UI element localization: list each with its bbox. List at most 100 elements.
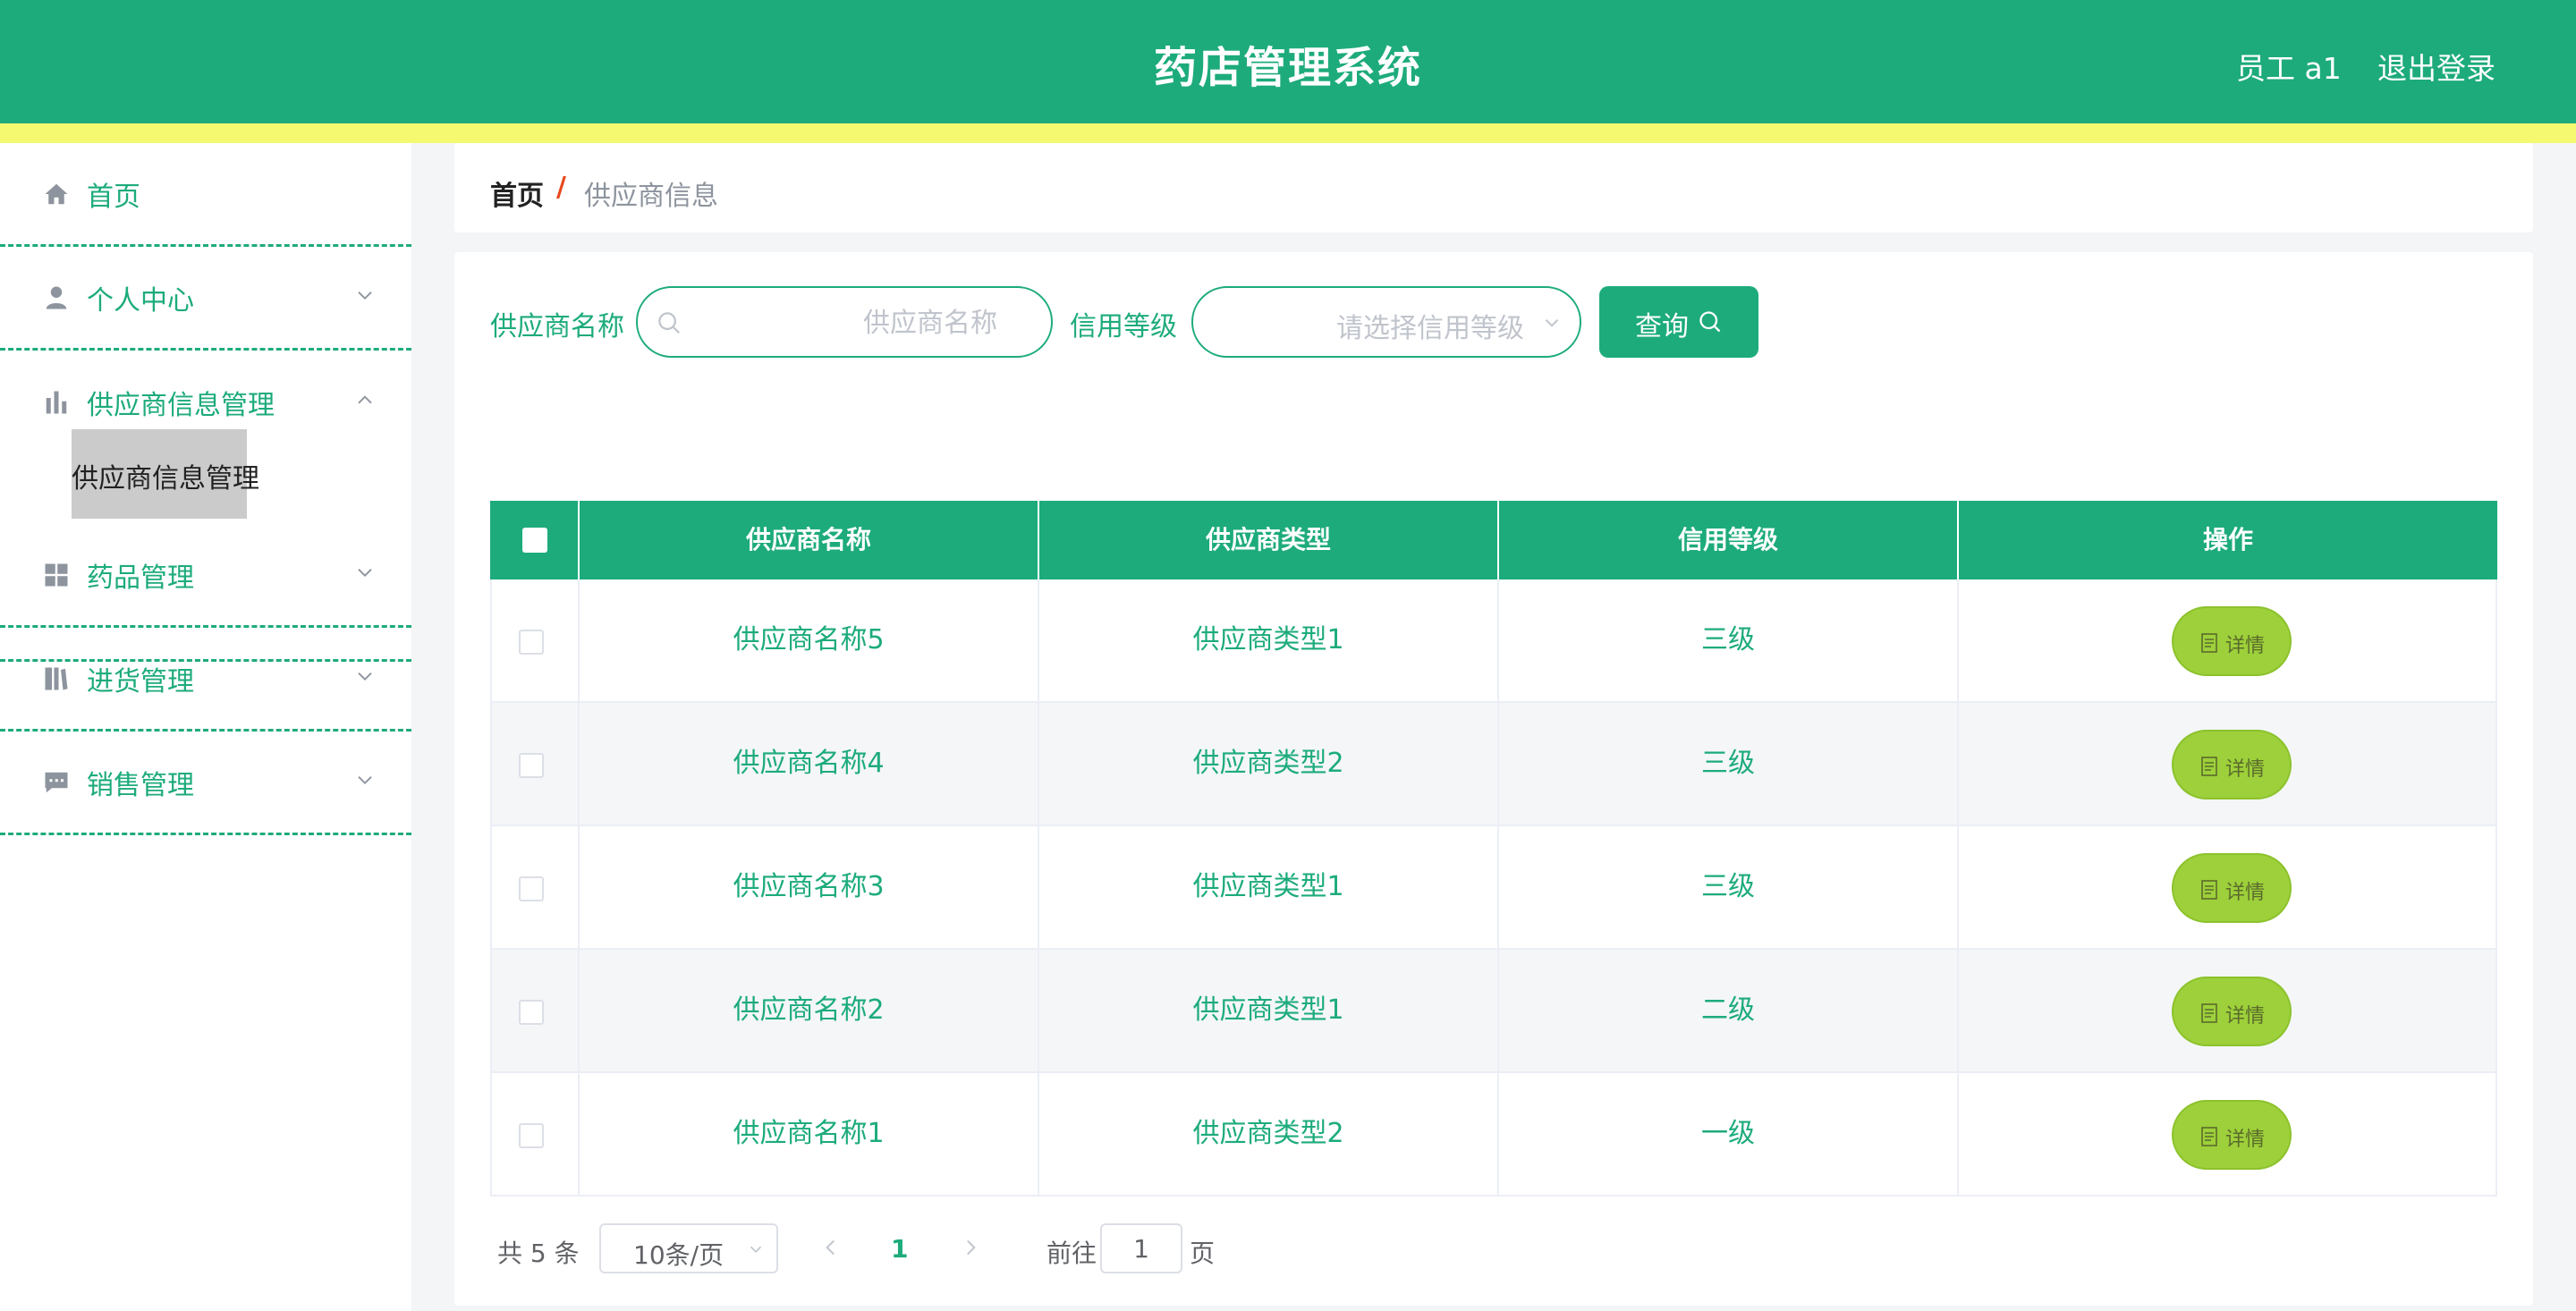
top-header: 药店管理系统 员工 a1 退出登录: [0, 0, 2576, 123]
goto-page-input[interactable]: [1100, 1223, 1182, 1273]
sidebar-item-label: 供应商信息管理: [87, 390, 275, 421]
column-header[interactable]: 信用等级: [1499, 501, 1959, 579]
detail-button-label: 详情: [2225, 882, 2266, 904]
action-cell: 详情: [1959, 1073, 2496, 1195]
sidebar-item-personal-center[interactable]: 个人中心: [0, 247, 411, 351]
supplier-type-cell: 供应商类型2: [1039, 1073, 1499, 1195]
row-checkbox[interactable]: [519, 1000, 544, 1025]
table-row: 供应商名称2 供应商类型1 二级 详情: [490, 950, 2497, 1073]
action-cell: 详情: [1959, 950, 2496, 1071]
sidebar-item-label: 首页: [87, 181, 140, 213]
credit-level-cell: 一级: [1499, 1073, 1959, 1195]
breadcrumb-home[interactable]: 首页: [490, 173, 544, 213]
detail-button-label: 详情: [2225, 758, 2266, 781]
user-label: 员工 a1: [2236, 51, 2342, 86]
credit-level-placeholder: 请选择信用等级: [1336, 313, 1524, 344]
sidebar-item-label: 销售管理: [87, 769, 194, 801]
row-checkbox[interactable]: [519, 1123, 544, 1148]
query-button-label: 查询: [1635, 311, 1689, 343]
chevron-down-icon: [358, 672, 372, 681]
supplier-type-cell: 供应商类型2: [1039, 703, 1499, 825]
prev-page-icon[interactable]: [819, 1236, 843, 1259]
detail-button[interactable]: 详情: [2172, 1100, 2292, 1170]
select-all-checkbox[interactable]: [522, 528, 547, 553]
supplier-type-cell: 供应商类型1: [1039, 950, 1499, 1071]
supplier-type-cell: 供应商类型1: [1039, 826, 1499, 948]
current-page[interactable]: 1: [891, 1234, 908, 1264]
sidebar-item-label: 药品管理: [87, 562, 194, 594]
user-icon: [46, 286, 67, 309]
table-row: 供应商名称5 供应商类型1 三级 详情: [490, 579, 2497, 703]
row-check-cell: [492, 950, 580, 1071]
chevron-down-icon: [358, 568, 372, 577]
detail-button-label: 详情: [2225, 1129, 2266, 1151]
page-size-select[interactable]: 10条/页: [599, 1223, 778, 1273]
supplier-name-cell: 供应商名称5: [580, 579, 1039, 701]
row-check-cell: [492, 579, 580, 701]
detail-button[interactable]: 详情: [2172, 853, 2292, 923]
row-check-cell: [492, 826, 580, 948]
grid-icon: [45, 563, 68, 586]
supplier-name-cell: 供应商名称3: [580, 826, 1039, 948]
submenu-item-supplier-info[interactable]: 供应商信息管理: [72, 429, 259, 519]
supplier-name-cell: 供应商名称2: [580, 950, 1039, 1071]
table-header: 供应商名称 供应商类型 信用等级 操作: [490, 501, 2497, 579]
document-icon: [2201, 633, 2217, 653]
query-button[interactable]: 查询: [1599, 286, 1758, 358]
app-title: 药店管理系统: [1153, 43, 1422, 93]
page-size-value: 10条/页: [633, 1240, 724, 1270]
goto-label: 前往: [1046, 1239, 1097, 1268]
submenu-item-label: 供应商信息管理: [72, 463, 259, 495]
document-icon: [2201, 880, 2217, 900]
credit-level-label: 信用等级: [1070, 311, 1177, 343]
column-header[interactable]: 供应商名称: [580, 501, 1039, 579]
chevron-down-icon: [750, 1246, 762, 1253]
supplier-name-search[interactable]: [636, 286, 1053, 358]
page-unit-label: 页: [1190, 1239, 1216, 1268]
detail-button[interactable]: 详情: [2172, 606, 2292, 676]
document-icon: [2201, 1127, 2217, 1146]
header-accent-strip: [0, 123, 2576, 143]
row-checkbox[interactable]: [519, 630, 544, 655]
chevron-down-icon: [358, 291, 372, 300]
sidebar-item-label: 个人中心: [87, 284, 194, 317]
credit-level-cell: 三级: [1499, 703, 1959, 825]
sidebar-item-home[interactable]: 首页: [0, 143, 411, 247]
row-checkbox[interactable]: [519, 753, 544, 778]
sidebar-item-sales-management[interactable]: 销售管理: [0, 732, 411, 835]
table-row: 供应商名称1 供应商类型2 一级 详情: [490, 1073, 2497, 1197]
logout-button[interactable]: 退出登录: [2377, 45, 2496, 88]
row-check-cell: [492, 703, 580, 825]
chevron-down-icon: [1545, 319, 1559, 327]
document-icon: [2201, 1003, 2217, 1023]
row-checkbox[interactable]: [519, 876, 544, 901]
search-icon: [1699, 311, 1721, 333]
detail-button-label: 详情: [2225, 1005, 2266, 1028]
sidebar-item-label: 进货管理: [87, 665, 194, 698]
message-icon: [45, 772, 68, 792]
detail-button[interactable]: 详情: [2172, 730, 2292, 799]
sidebar-item-drug-management[interactable]: 药品管理: [0, 524, 411, 628]
table-row: 供应商名称4 供应商类型2 三级 详情: [490, 703, 2497, 826]
document-icon: [2201, 757, 2217, 776]
action-cell: 详情: [1959, 579, 2496, 701]
row-check-cell: [492, 1073, 580, 1195]
column-header[interactable]: 供应商类型: [1039, 501, 1499, 579]
column-header: 操作: [2202, 525, 2253, 554]
sidebar: 首页 个人中心 供应商信息管理 供应商信息管理 药品管理 进货管理 销售管理: [0, 143, 411, 1311]
detail-button[interactable]: 详情: [2172, 977, 2292, 1046]
credit-level-cell: 三级: [1499, 826, 1959, 948]
supplier-name-cell: 供应商名称4: [580, 703, 1039, 825]
chevron-down-icon: [358, 775, 372, 784]
detail-button-label: 详情: [2225, 635, 2266, 657]
supplier-name-input[interactable]: [700, 304, 997, 342]
sidebar-item-purchase-management[interactable]: 进货管理: [0, 628, 411, 732]
home-icon: [45, 183, 68, 204]
pagination-total: 共 5 条: [497, 1239, 580, 1268]
credit-level-cell: 二级: [1499, 950, 1959, 1071]
main-content: 供应商名称 信用等级 请选择信用等级 查询 供应商名称 供应商类型 信用等级 操…: [454, 252, 2533, 1306]
next-page-icon[interactable]: [959, 1236, 982, 1259]
credit-level-select[interactable]: 请选择信用等级: [1191, 286, 1581, 358]
select-all-cell: [490, 501, 580, 579]
supplier-type-cell: 供应商类型1: [1039, 579, 1499, 701]
